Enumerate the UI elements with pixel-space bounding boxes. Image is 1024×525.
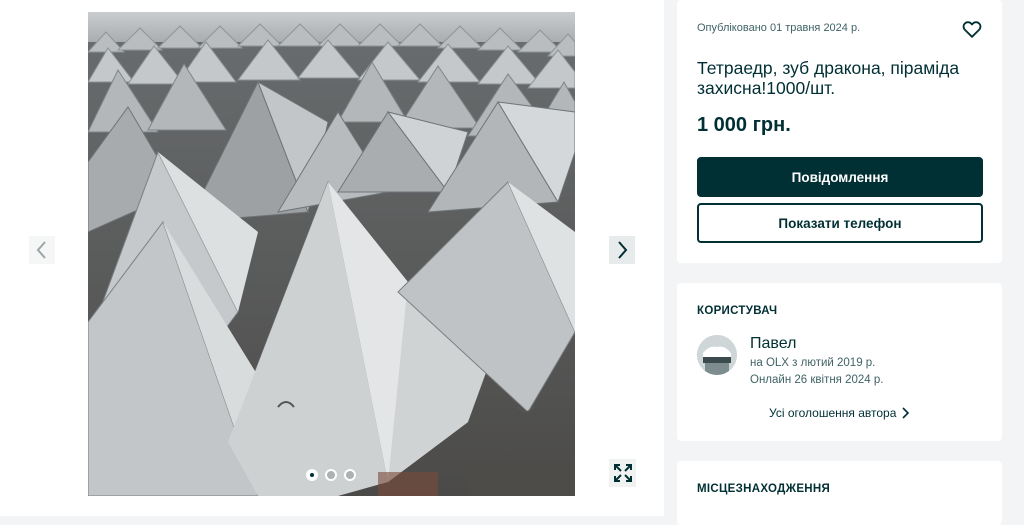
listing-price: 1 000 грн. bbox=[697, 114, 791, 136]
seller-section-title: КОРИСТУВАЧ bbox=[697, 305, 778, 317]
favorite-button[interactable] bbox=[961, 18, 983, 40]
seller-name: Павел bbox=[750, 335, 797, 352]
photo-pagination bbox=[306, 469, 356, 481]
listing-card: Опубліковано 01 травня 2024 р. Тетраедр,… bbox=[677, 0, 1002, 263]
avatar bbox=[697, 335, 737, 375]
all-ads-label: Усі оголошення автора bbox=[769, 406, 897, 420]
seller-since: на OLX з лютий 2019 р. bbox=[750, 357, 876, 369]
photo-concrete-pyramids bbox=[88, 12, 575, 496]
show-phone-button[interactable]: Показати телефон bbox=[697, 203, 983, 243]
photo-dot-1[interactable] bbox=[306, 469, 318, 481]
seller-last-online: Онлайн 26 квітня 2024 р. bbox=[750, 374, 884, 386]
chevron-left-icon bbox=[36, 241, 46, 259]
published-date: Опубліковано 01 травня 2024 р. bbox=[697, 22, 861, 34]
photo-dot-3[interactable] bbox=[344, 469, 356, 481]
location-card: МІСЦЕЗНАХОДЖЕННЯ bbox=[677, 461, 1002, 525]
prev-photo-button[interactable] bbox=[29, 236, 55, 264]
expand-icon bbox=[613, 464, 632, 482]
seller-card: КОРИСТУВАЧ Павел на OLX з лютий 2019 р. … bbox=[677, 283, 1002, 441]
fullscreen-button[interactable] bbox=[609, 459, 636, 487]
listing-title: Тетраедр, зуб дракона, піраміда захисна!… bbox=[697, 58, 960, 98]
chevron-right-icon bbox=[618, 241, 628, 259]
user-avatar-icon bbox=[697, 335, 737, 375]
location-section-title: МІСЦЕЗНАХОДЖЕННЯ bbox=[697, 483, 831, 495]
chevron-right-icon bbox=[902, 407, 910, 419]
all-seller-ads-link[interactable]: Усі оголошення автора bbox=[769, 406, 910, 420]
heart-icon bbox=[962, 21, 982, 38]
next-photo-button[interactable] bbox=[609, 236, 635, 264]
photo-dot-2[interactable] bbox=[325, 469, 337, 481]
listing-photo[interactable] bbox=[88, 12, 575, 496]
photo-gallery bbox=[0, 0, 664, 516]
message-button[interactable]: Повідомлення bbox=[697, 157, 983, 197]
